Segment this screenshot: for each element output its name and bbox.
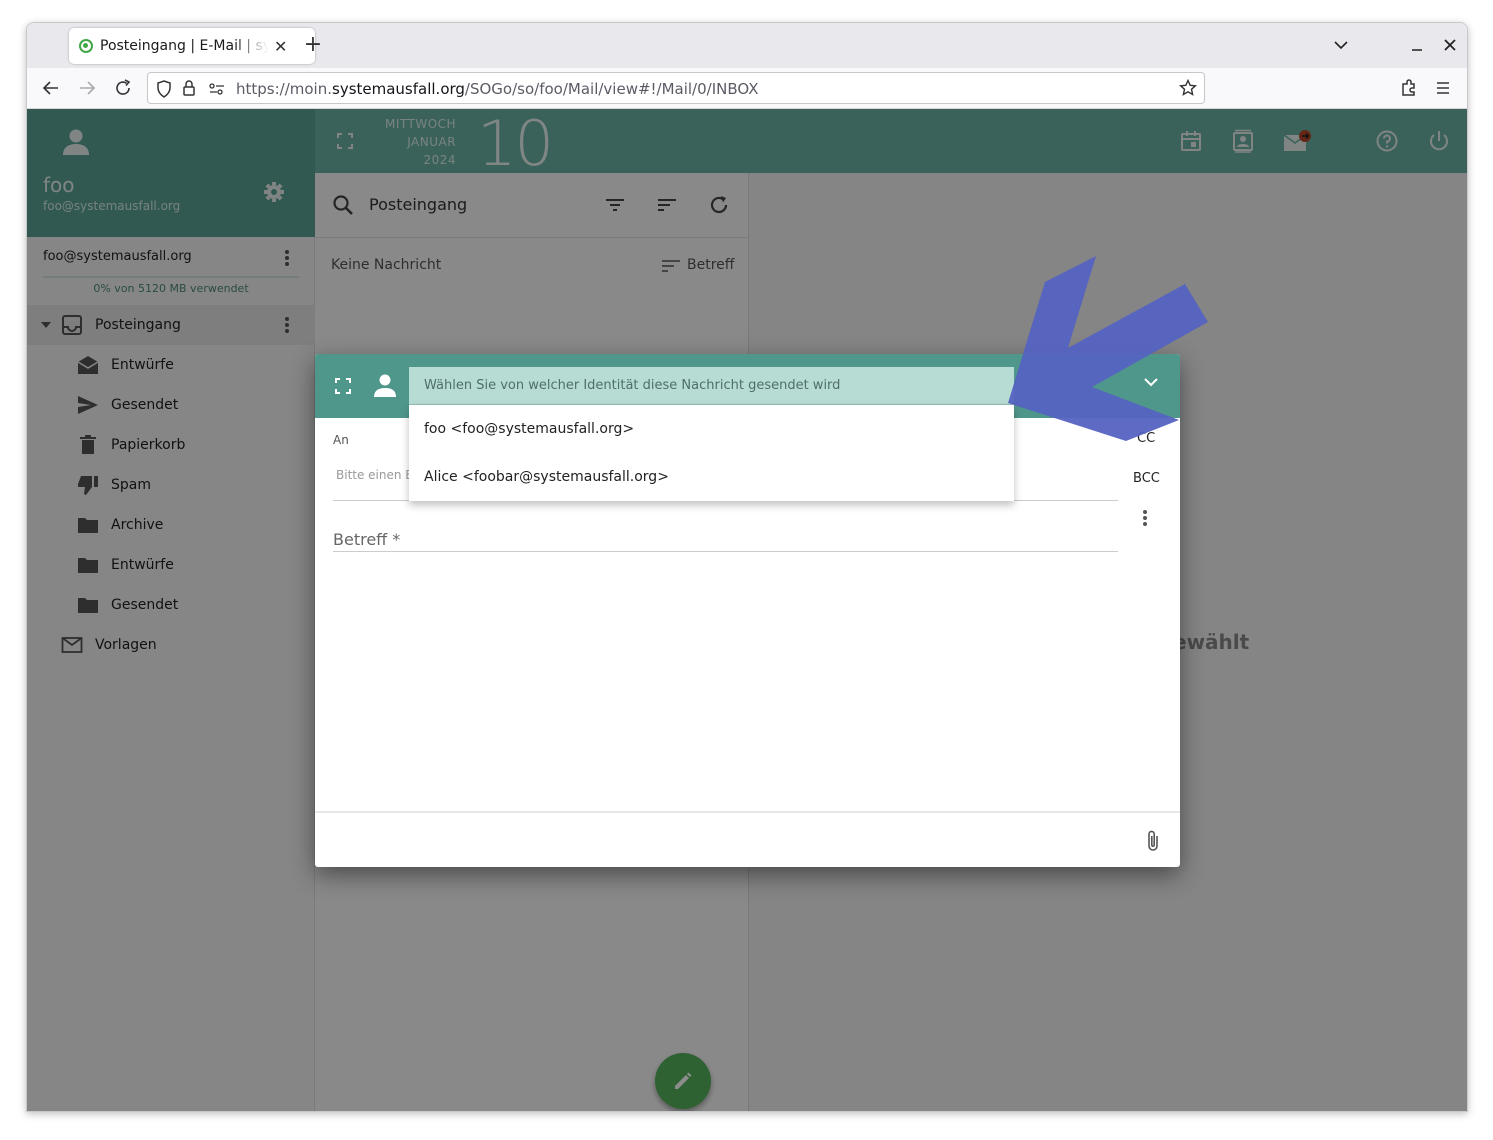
more-options-icon[interactable] bbox=[1135, 508, 1155, 528]
permissions-icon[interactable] bbox=[208, 81, 226, 97]
close-window-button[interactable] bbox=[1443, 33, 1457, 57]
identity-placeholder: Wählen Sie von welcher Identität diese N… bbox=[424, 378, 841, 393]
list-tabs-icon[interactable] bbox=[1333, 33, 1349, 57]
extensions-icon[interactable] bbox=[1397, 76, 1421, 100]
url-prefix: https://moin. bbox=[236, 80, 332, 98]
tab-strip: Posteingang | E-Mail | systemausfall ✕ + bbox=[27, 23, 1467, 68]
menu-icon[interactable] bbox=[1431, 76, 1455, 100]
back-button[interactable] bbox=[39, 76, 63, 100]
identity-dropdown: foo <foo@systemausfall.org> Alice <fooba… bbox=[409, 405, 1014, 501]
to-hint[interactable]: Bitte einen E bbox=[336, 468, 413, 482]
browser-window: Posteingang | E-Mail | systemausfall ✕ + bbox=[26, 22, 1468, 1112]
bcc-button[interactable]: BCC bbox=[1133, 471, 1160, 486]
bookmark-star-icon[interactable] bbox=[1179, 79, 1197, 97]
tab-title: Posteingang | E-Mail | systemausfall bbox=[100, 38, 268, 54]
lock-icon[interactable] bbox=[182, 79, 196, 97]
shield-icon[interactable] bbox=[156, 80, 172, 98]
navigation-bar: https://moin.systemausfall.org/SOGo/so/f… bbox=[27, 68, 1467, 109]
person-icon bbox=[371, 372, 399, 400]
browser-tab[interactable]: Posteingang | E-Mail | systemausfall ✕ bbox=[69, 28, 315, 64]
url-path: /SOGo/so/foo/Mail/view#!/Mail/0/INBOX bbox=[464, 80, 759, 98]
url-text: https://moin.systemausfall.org/SOGo/so/f… bbox=[236, 80, 759, 98]
sogo-app: foo foo@systemausfall.org foo@systemausf… bbox=[27, 107, 1467, 1111]
maximize-icon[interactable] bbox=[331, 374, 355, 398]
minimize-button[interactable] bbox=[1410, 33, 1424, 57]
url-bar[interactable]: https://moin.systemausfall.org/SOGo/so/f… bbox=[147, 72, 1205, 104]
identity-select[interactable]: Wählen Sie von welcher Identität diese N… bbox=[409, 367, 1014, 405]
close-tab-icon[interactable]: ✕ bbox=[274, 37, 287, 56]
paperclip-icon[interactable] bbox=[1143, 828, 1163, 854]
url-domain: systemausfall.org bbox=[332, 80, 465, 98]
identity-option[interactable]: Alice <foobar@systemausfall.org> bbox=[424, 469, 669, 485]
favicon-icon bbox=[79, 39, 93, 53]
forward-button[interactable] bbox=[75, 76, 99, 100]
annotation-arrow-icon bbox=[1008, 256, 1208, 441]
to-label: An bbox=[333, 433, 349, 447]
subject-field[interactable]: Betreff * bbox=[333, 530, 400, 549]
subject-field-line bbox=[333, 551, 1118, 552]
reload-button[interactable] bbox=[111, 76, 135, 100]
compose-footer-divider bbox=[315, 811, 1180, 813]
identity-option[interactable]: foo <foo@systemausfall.org> bbox=[424, 421, 634, 437]
new-tab-button[interactable]: + bbox=[301, 33, 325, 57]
